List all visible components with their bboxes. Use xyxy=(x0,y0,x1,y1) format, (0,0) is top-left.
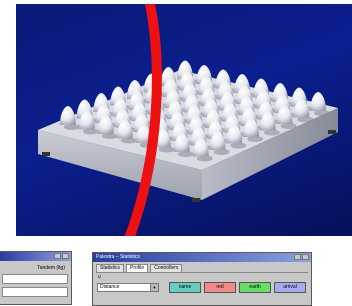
metric-select[interactable]: Distance ▼ xyxy=(97,283,159,292)
tab-controllers[interactable]: Controllers xyxy=(150,264,183,272)
foot xyxy=(42,152,50,156)
swatch-arrival[interactable]: arrival xyxy=(274,282,306,293)
product-photo xyxy=(16,4,352,236)
tab-profile[interactable]: Profile xyxy=(126,264,149,272)
minimize-icon[interactable] xyxy=(54,253,61,259)
left-window: Tandem (ltg) xyxy=(0,251,72,305)
section-label: u xyxy=(98,274,101,280)
left-window-field[interactable] xyxy=(2,287,68,297)
close-icon[interactable] xyxy=(302,254,309,260)
swatch-red[interactable]: red xyxy=(204,282,236,293)
swatch-earth[interactable]: earth xyxy=(239,282,271,293)
left-window-field[interactable] xyxy=(2,274,68,284)
tab-statistics[interactable]: Statistics xyxy=(96,264,125,272)
swatch-label: arrival xyxy=(283,284,297,290)
left-window-titlebar xyxy=(0,252,71,261)
swatch-label: red xyxy=(216,284,224,290)
left-window-label: Tandem (ltg) xyxy=(37,265,65,271)
statistics-window: Palestra – Statistics Statistics Profile… xyxy=(92,252,312,306)
controls-row: Distance ▼ name red earth arrival xyxy=(93,280,311,295)
dome-array-illustration xyxy=(38,4,338,236)
statistics-window-titlebar: Palestra – Statistics xyxy=(93,253,311,262)
statistics-window-title: Palestra – Statistics xyxy=(96,254,140,260)
foot xyxy=(328,130,336,134)
swatch-label: name xyxy=(178,284,192,290)
tab-strip: Statistics Profile Controllers xyxy=(93,262,311,272)
dome xyxy=(59,106,76,125)
minimize-icon[interactable] xyxy=(294,254,301,260)
foot xyxy=(192,198,200,202)
swatch-label: earth xyxy=(249,284,261,290)
dome xyxy=(310,92,327,111)
chevron-down-icon: ▼ xyxy=(150,284,158,291)
swatch-name[interactable]: name xyxy=(169,282,201,293)
metric-select-value: Distance xyxy=(100,284,120,290)
close-icon[interactable] xyxy=(62,253,69,259)
